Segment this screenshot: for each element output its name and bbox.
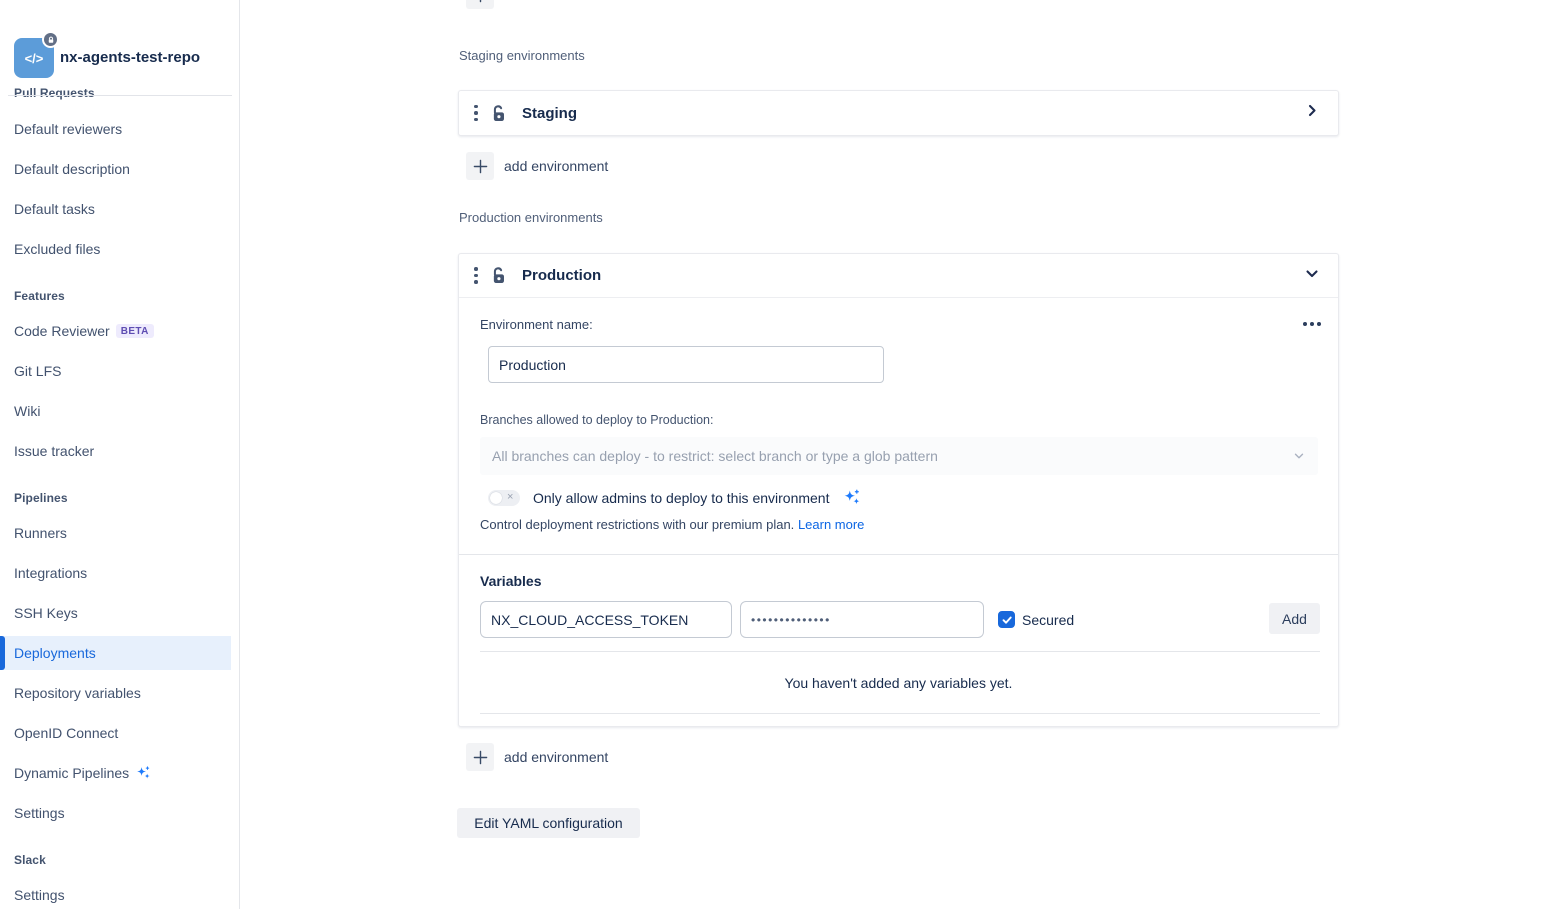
sidebar-item-pipelines-settings[interactable]: Settings [14, 805, 65, 821]
sparkle-icon [842, 488, 861, 507]
environment-title: Staging [522, 105, 577, 122]
sidebar-item-wiki[interactable]: Wiki [14, 403, 40, 419]
variable-name-input[interactable] [480, 601, 732, 638]
variable-value-input[interactable] [740, 601, 984, 638]
sidebar-item-integrations[interactable]: Integrations [14, 565, 87, 581]
sidebar-item-label: Dynamic Pipelines [14, 765, 129, 781]
production-environment-card: Production Environment name: Branches al… [458, 253, 1339, 727]
add-environment-button-staging[interactable]: add environment [466, 152, 608, 180]
sidebar-item-openid-connect[interactable]: OpenID Connect [14, 725, 118, 741]
selected-item-indicator [0, 636, 5, 670]
staging-environment-card[interactable]: Staging [458, 90, 1339, 136]
divider [8, 95, 232, 96]
secured-label: Secured [1022, 612, 1074, 628]
chevron-down-icon [1304, 265, 1320, 286]
code-icon: </> [25, 51, 44, 66]
plus-icon [466, 152, 494, 180]
environment-name-label: Environment name: [480, 317, 593, 332]
production-environments-label: Production environments [459, 210, 603, 225]
deployments-settings-page: add environment Staging environments Sta… [0, 0, 1555, 909]
add-environment-button-production[interactable]: add environment [466, 743, 608, 771]
add-environment-label: add environment [504, 158, 608, 174]
learn-more-link[interactable]: Learn more [798, 517, 864, 532]
divider [480, 713, 1320, 714]
repo-avatar: </> [14, 38, 54, 78]
sidebar-item-issue-tracker[interactable]: Issue tracker [14, 443, 94, 459]
sidebar-item-code-reviewer[interactable]: Code Reviewer BETA [14, 323, 154, 339]
add-environment-button-top[interactable]: add environment [466, 0, 608, 9]
sparkle-icon [135, 765, 151, 781]
divider [480, 651, 1320, 652]
production-card-header[interactable]: Production [459, 254, 1338, 298]
sidebar-item-git-lfs[interactable]: Git LFS [14, 363, 61, 379]
admins-only-label: Only allow admins to deploy to this envi… [533, 490, 829, 506]
sidebar-item-runners[interactable]: Runners [14, 525, 67, 541]
lock-badge-icon [42, 31, 59, 48]
divider [459, 554, 1338, 555]
plus-icon [466, 0, 494, 9]
section-header-pipelines: Pipelines [14, 491, 68, 505]
secured-checkbox[interactable] [998, 611, 1015, 628]
chevron-right-icon [1304, 103, 1320, 124]
sidebar-item-dynamic-pipelines[interactable]: Dynamic Pipelines [14, 765, 151, 781]
sidebar-item-default-tasks[interactable]: Default tasks [14, 201, 95, 217]
drag-handle-icon[interactable] [469, 267, 483, 284]
repo-title: nx-agents-test-repo [60, 49, 200, 66]
environment-name-input[interactable] [488, 346, 884, 383]
drag-handle-icon[interactable] [469, 105, 483, 122]
branches-allowed-label: Branches allowed to deploy to Production… [480, 413, 713, 427]
section-header-features: Features [14, 289, 65, 303]
sidebar-item-excluded-files[interactable]: Excluded files [14, 241, 100, 257]
environment-title: Production [522, 267, 601, 284]
unlock-icon [489, 104, 508, 123]
variables-empty-state: You haven't added any variables yet. [459, 675, 1338, 691]
section-header-pull-requests: Pull Requests [14, 86, 95, 100]
add-environment-label: add environment [504, 0, 608, 3]
sidebar-item-slack-settings[interactable]: Settings [14, 887, 65, 903]
staging-environments-label: Staging environments [459, 48, 585, 63]
add-environment-label: add environment [504, 749, 608, 765]
sidebar-item-label: Code Reviewer [14, 323, 110, 339]
sidebar-item-deployments[interactable]: Deployments [14, 645, 96, 661]
sidebar-item-repository-variables[interactable]: Repository variables [14, 685, 141, 701]
unlock-icon [489, 266, 508, 285]
chevron-down-icon [1292, 449, 1306, 463]
more-options-icon[interactable] [1303, 322, 1321, 326]
beta-badge: BETA [116, 324, 154, 338]
premium-plan-text: Control deployment restrictions with our… [480, 517, 794, 532]
sidebar-item-default-reviewers[interactable]: Default reviewers [14, 121, 122, 137]
edit-yaml-configuration-button[interactable]: Edit YAML configuration [457, 808, 640, 838]
plus-icon [466, 743, 494, 771]
dropdown-placeholder: All branches can deploy - to restrict: s… [492, 448, 938, 464]
check-icon [1001, 614, 1013, 626]
admins-only-toggle[interactable]: × [488, 490, 520, 506]
add-variable-button[interactable]: Add [1269, 603, 1320, 634]
sidebar-item-default-description[interactable]: Default description [14, 161, 130, 177]
branch-restriction-dropdown[interactable]: All branches can deploy - to restrict: s… [480, 437, 1318, 475]
section-header-slack: Slack [14, 853, 46, 867]
sidebar: </> nx-agents-test-repo Pull Requests De… [0, 0, 240, 909]
variables-heading: Variables [480, 573, 542, 589]
sidebar-item-ssh-keys[interactable]: SSH Keys [14, 605, 78, 621]
